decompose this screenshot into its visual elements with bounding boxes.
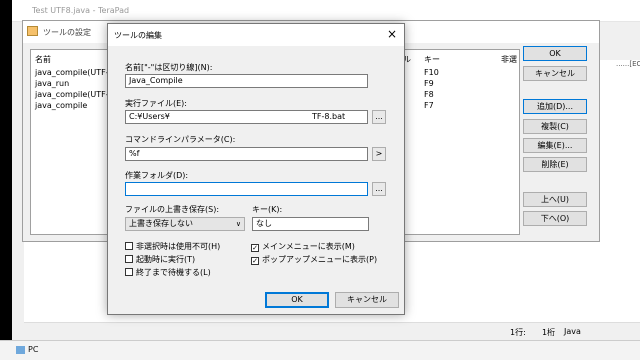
name-label: 名前["-"は区切り線](N): — [125, 63, 213, 72]
cmd-label: コマンドラインパラメータ(C): — [125, 135, 236, 144]
exe-path-head: C:¥Users¥ — [129, 112, 170, 121]
list-item-key: F9 — [424, 79, 434, 88]
popup-menu-label: ポップアップメニューに表示(P) — [262, 255, 378, 264]
run-on-start-label: 起動時に実行(T) — [136, 255, 196, 264]
exe-path-tail: TF-8.bat — [312, 112, 346, 121]
status-lang: Java — [564, 327, 581, 336]
list-item-name[interactable]: java_compile(UTF-8 — [35, 90, 114, 99]
editor-titlebar: Test UTF8.java - TeraPad — [12, 0, 640, 22]
edit-button[interactable]: 編集(E)... — [523, 138, 587, 153]
tools-ok-button[interactable]: OK — [523, 46, 587, 61]
exe-field[interactable]: C:¥Users¥ TF-8.bat — [125, 110, 368, 124]
wait-finish-label: 終了まで待機する(L) — [136, 268, 211, 277]
taskbar-pc[interactable]: PC — [28, 345, 38, 354]
down-button[interactable]: 下へ(O) — [523, 211, 587, 226]
dialog-titlebar: ツールの編集 × — [108, 24, 404, 46]
overwrite-label: ファイルの上書き保存(S): — [125, 205, 220, 214]
list-item-name[interactable]: java_run — [35, 79, 69, 88]
status-bar: 1行: 1桁 Java — [24, 322, 640, 340]
list-item-key: F10 — [424, 68, 439, 77]
popup-menu-checkbox[interactable]: ✓ ポップアップメニューに表示(P) — [251, 254, 377, 265]
list-item-key: F7 — [424, 101, 434, 110]
disable-unselected-label: 非選択時は使用不可(H) — [136, 242, 221, 251]
edit-tool-dialog: ツールの編集 × 名前["-"は区切り線](N): Java_Compile 実… — [107, 23, 405, 315]
cancel-button[interactable]: キャンセル — [335, 292, 399, 308]
add-button[interactable]: 追加(D)... — [523, 99, 587, 114]
cmd-field[interactable]: %f — [125, 147, 368, 161]
key-field[interactable]: なし — [252, 217, 369, 231]
status-col: 1桁 — [542, 328, 556, 337]
dialog-title: ツールの編集 — [114, 31, 162, 40]
browse-workdir-button[interactable]: ... — [372, 182, 386, 196]
col-name[interactable]: 名前 — [35, 54, 51, 65]
name-field[interactable]: Java_Compile — [125, 74, 368, 88]
exe-label: 実行ファイル(E): — [125, 99, 187, 108]
workdir-field[interactable] — [125, 182, 368, 196]
col-hidden[interactable]: 非選 — [501, 54, 517, 65]
list-item-name[interactable]: java_compile — [35, 101, 87, 110]
tools-cancel-button[interactable]: キャンセル — [523, 66, 587, 81]
ok-button[interactable]: OK — [265, 292, 329, 308]
editor-ruler-text: ......[EO — [616, 60, 640, 72]
checkbox-icon — [125, 242, 133, 250]
main-menu-label: メインメニューに表示(M) — [262, 242, 355, 251]
run-on-start-checkbox[interactable]: 起動時に実行(T) — [125, 254, 195, 265]
list-item-name[interactable]: java_compile(UTF-8 — [35, 68, 114, 77]
checkbox-icon — [125, 268, 133, 276]
up-button[interactable]: 上へ(U) — [523, 192, 587, 207]
col-key[interactable]: キー — [424, 54, 440, 65]
checkbox-icon — [125, 255, 133, 263]
wait-finish-checkbox[interactable]: 終了まで待機する(L) — [125, 267, 211, 278]
status-line: 1行: — [510, 328, 526, 337]
disable-unselected-checkbox[interactable]: 非選択時は使用不可(H) — [125, 241, 220, 252]
main-menu-checkbox[interactable]: ✓ メインメニューに表示(M) — [251, 241, 355, 252]
folder-icon — [27, 26, 38, 36]
chevron-down-icon: ∨ — [235, 220, 241, 228]
browse-exe-button[interactable]: ... — [372, 110, 386, 124]
close-icon[interactable]: × — [387, 27, 397, 41]
overwrite-select[interactable]: 上書き保存しない ∨ — [125, 217, 245, 231]
overwrite-value: 上書き保存しない — [129, 219, 193, 228]
taskbar: PC — [0, 340, 640, 360]
copy-button[interactable]: 複製(C) — [523, 119, 587, 134]
checkmark-icon: ✓ — [251, 244, 259, 252]
cmd-menu-button[interactable]: > — [372, 147, 386, 161]
delete-button[interactable]: 削除(E) — [523, 157, 587, 172]
workdir-label: 作業フォルダ(D): — [125, 171, 189, 180]
key-label: キー(K): — [252, 205, 283, 214]
editor-title: Test UTF8.java - TeraPad — [32, 6, 130, 15]
list-item-key: F8 — [424, 90, 434, 99]
pc-icon — [16, 346, 25, 354]
tools-title: ツールの設定 — [43, 28, 91, 37]
checkmark-icon: ✓ — [251, 257, 259, 265]
